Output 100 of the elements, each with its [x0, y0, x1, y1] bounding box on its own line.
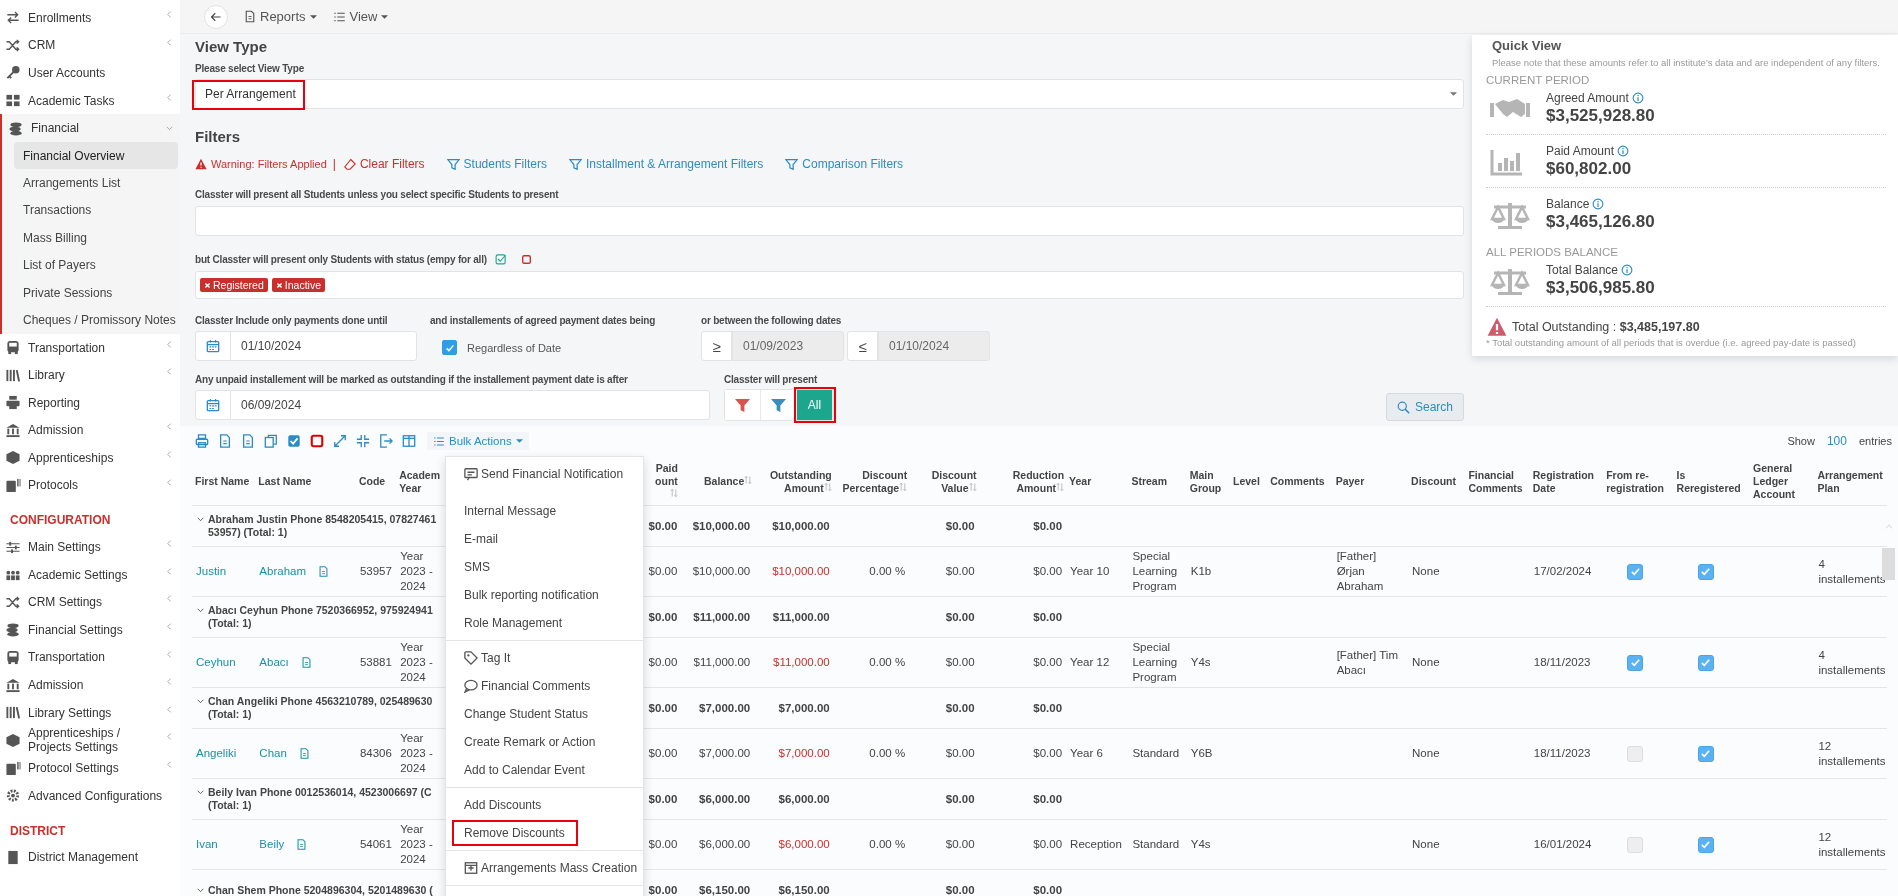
- chevron-down-icon[interactable]: [196, 697, 205, 706]
- menu-item[interactable]: Add to Calendar Event: [446, 756, 643, 784]
- document-icon[interactable]: [298, 747, 310, 760]
- filter-link[interactable]: Students Filters: [446, 157, 547, 171]
- sidebar-item[interactable]: Enrollments: [0, 4, 180, 32]
- info-icon[interactable]: [1617, 145, 1630, 157]
- student-link[interactable]: Beily: [259, 837, 285, 852]
- sidebar-item[interactable]: Apprenticeships / Projects Settings: [0, 726, 180, 755]
- back-button[interactable]: [204, 4, 228, 29]
- student-link[interactable]: Abraham: [259, 564, 307, 579]
- column-header[interactable]: Discount Value: [909, 456, 979, 506]
- view-type-select[interactable]: Per Arrangement: [195, 79, 1464, 109]
- columns-button[interactable]: [402, 434, 416, 448]
- chevron-down-icon[interactable]: [196, 788, 205, 797]
- sidebar-item[interactable]: Transportation: [0, 643, 180, 672]
- chevron-left-icon[interactable]: [165, 92, 174, 102]
- sidebar-item[interactable]: Protocol Settings: [0, 754, 180, 782]
- chevron-down-icon[interactable]: [196, 515, 205, 524]
- student-link[interactable]: Justin: [196, 565, 227, 577]
- square-button[interactable]: [310, 434, 324, 448]
- chevron-down-icon[interactable]: [196, 606, 205, 615]
- view-menu[interactable]: View: [332, 9, 389, 24]
- sidebar-item[interactable]: Academic Tasks: [0, 86, 180, 115]
- sidebar-item[interactable]: CRM Settings: [0, 588, 180, 617]
- column-header[interactable]: Discount Percentage: [833, 456, 910, 506]
- chevron-left-icon[interactable]: [165, 37, 174, 47]
- student-link[interactable]: Chan: [259, 746, 287, 761]
- sidebar-item[interactable]: Reporting: [0, 388, 180, 417]
- check-square-icon[interactable]: [494, 253, 507, 265]
- student-link[interactable]: Ceyhun: [196, 656, 236, 668]
- sidebar-subitem[interactable]: Cheques / Promissory Notes: [14, 306, 178, 334]
- sidebar-item[interactable]: Admission: [0, 671, 180, 699]
- column-header[interactable]: Outstanding Amount: [754, 456, 834, 506]
- document-icon[interactable]: [300, 656, 312, 669]
- remove-icon[interactable]: [275, 281, 283, 289]
- chevron-left-icon[interactable]: [165, 450, 174, 460]
- column-header[interactable]: Balance: [679, 456, 755, 506]
- sidebar-subitem[interactable]: List of Payers: [14, 251, 178, 279]
- sidebar-item[interactable]: District Management: [0, 843, 180, 872]
- sidebar-item[interactable]: Financial: [2, 114, 180, 142]
- sidebar-subitem[interactable]: Arrangements List: [14, 169, 178, 197]
- student-link[interactable]: Abacı: [259, 655, 289, 670]
- menu-item[interactable]: Internal Message: [446, 497, 643, 525]
- chevron-left-icon[interactable]: [165, 10, 174, 19]
- info-icon[interactable]: [1631, 92, 1644, 104]
- chevron-left-icon[interactable]: [165, 732, 174, 742]
- menu-item[interactable]: E-mail: [446, 525, 643, 553]
- document-icon[interactable]: [296, 838, 308, 851]
- page-size-select[interactable]: 100: [1826, 434, 1847, 448]
- checkbox[interactable]: [1697, 654, 1714, 671]
- menu-item[interactable]: Change Student Status: [446, 700, 643, 728]
- sidebar-subitem[interactable]: Transactions: [14, 196, 178, 225]
- menu-item[interactable]: SMS: [446, 553, 643, 581]
- chevron-left-icon[interactable]: [165, 760, 174, 770]
- sidebar-item[interactable]: Library: [0, 361, 180, 389]
- sidebar-item[interactable]: CRM: [0, 31, 180, 60]
- file-button[interactable]: [218, 434, 232, 448]
- menu-item[interactable]: Create Remark or Action: [446, 728, 643, 756]
- student-link[interactable]: Angeliki: [196, 747, 237, 759]
- copy-button[interactable]: [264, 434, 278, 448]
- chevron-left-icon[interactable]: [165, 622, 174, 632]
- column-header[interactable]: Reduction Amount: [978, 456, 1067, 506]
- sidebar-subitem[interactable]: Private Sessions: [14, 278, 178, 307]
- clear-filters-link[interactable]: Clear Filters: [343, 157, 425, 171]
- status-field[interactable]: Registered Inactive: [195, 271, 1464, 299]
- filter-link[interactable]: Installment & Arrangement Filters: [568, 157, 764, 171]
- menu-item[interactable]: Tag It: [446, 644, 643, 672]
- chevron-left-icon[interactable]: [165, 566, 174, 576]
- checkbox[interactable]: [442, 340, 457, 355]
- student-link[interactable]: Ivan: [196, 838, 218, 850]
- date-field[interactable]: 06/09/2024: [195, 390, 710, 420]
- sidebar-subitem[interactable]: Mass Billing: [14, 224, 178, 252]
- bulk-actions-button[interactable]: Bulk Actions: [427, 432, 529, 450]
- date-field[interactable]: 01/10/2024: [195, 331, 417, 361]
- menu-item[interactable]: Role Management: [446, 609, 643, 637]
- compress-button[interactable]: [356, 434, 370, 448]
- check-square-button[interactable]: [287, 434, 301, 448]
- checkbox[interactable]: [1697, 836, 1714, 853]
- sidebar-item[interactable]: Apprenticeships: [0, 444, 180, 472]
- sidebar-subitem[interactable]: Financial Overview: [14, 141, 178, 170]
- chevron-left-icon[interactable]: [165, 477, 174, 487]
- menu-item[interactable]: Add Discounts: [446, 791, 643, 819]
- scroll-up-icon[interactable]: [1883, 522, 1895, 532]
- checkbox[interactable]: [1627, 654, 1644, 671]
- sidebar-item[interactable]: Library Settings: [0, 698, 180, 727]
- info-icon[interactable]: [1621, 264, 1634, 276]
- sidebar-item[interactable]: Advanced Configurations: [0, 782, 180, 810]
- menu-item[interactable]: Remove Discounts: [446, 819, 643, 847]
- sidebar-item[interactable]: Transportation: [0, 333, 180, 362]
- document-icon[interactable]: [318, 565, 330, 578]
- file-button[interactable]: [241, 434, 255, 448]
- column-header[interactable]: Paid ount: [644, 456, 680, 506]
- sidebar-item[interactable]: Protocols: [0, 471, 180, 500]
- menu-item[interactable]: Bulk reporting notification: [446, 581, 643, 609]
- sidebar-item[interactable]: Academic Settings: [0, 560, 180, 589]
- checkbox[interactable]: [1627, 563, 1644, 580]
- menu-item[interactable]: Arrangements Mass Creation: [446, 854, 643, 882]
- chevron-left-icon[interactable]: [165, 367, 174, 377]
- chevron-left-icon[interactable]: [165, 339, 174, 349]
- expand-button[interactable]: [333, 434, 347, 448]
